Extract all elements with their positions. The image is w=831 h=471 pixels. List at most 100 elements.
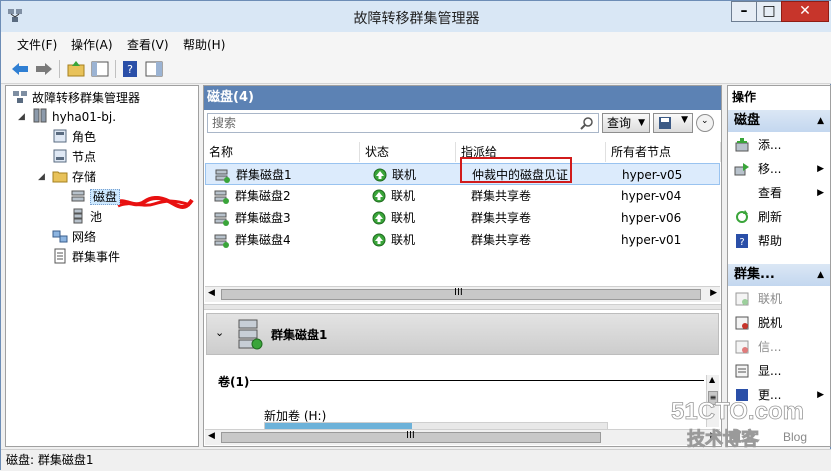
tree-item-pools[interactable]: 池 (70, 208, 102, 226)
column-header-name[interactable]: 名称 (204, 142, 360, 162)
action-label: 帮助 (758, 234, 783, 248)
tree-item-networks[interactable]: 网络 (52, 228, 96, 246)
action-move[interactable]: 移... ▶ (728, 158, 830, 180)
scroll-left-icon[interactable]: ◀ (208, 431, 215, 441)
disk-owner: hyper-v01 (621, 233, 682, 247)
detail-vertical-scrollbar[interactable]: ▲ ≡ (706, 375, 719, 427)
back-arrow-icon[interactable] (9, 58, 31, 80)
action-more[interactable]: 更... ▶ (728, 384, 830, 406)
menu-view[interactable]: 查看(V) (127, 36, 169, 53)
pool-icon (73, 208, 83, 224)
tree-item-label: 角色 (72, 130, 97, 144)
action-label: 联机 (758, 292, 783, 306)
minimize-button[interactable]: – (731, 1, 757, 22)
tree-cluster[interactable]: hyha01-bj. (32, 108, 116, 126)
tree-item-roles[interactable]: 角色 (52, 128, 96, 146)
events-icon (54, 248, 66, 264)
table-row[interactable]: 群集磁盘3 联机 群集共享卷 hyper-v06 (205, 207, 720, 229)
close-button[interactable]: ✕ (781, 1, 829, 22)
maximize-button[interactable]: □ (756, 1, 782, 22)
online-icon (735, 292, 749, 306)
up-folder-icon[interactable] (65, 58, 87, 80)
highlight-annotation (460, 157, 572, 183)
show-action-pane-icon[interactable] (143, 58, 165, 80)
detail-title: 群集磁盘1 (271, 328, 328, 342)
disk-icon (71, 190, 85, 202)
menu-action[interactable]: 操作(A) (71, 36, 113, 53)
table-row[interactable]: 群集磁盘2 联机 群集共享卷 hyper-v04 (205, 185, 720, 207)
pane-title: 磁盘(4) (204, 86, 721, 110)
show-tree-icon[interactable] (89, 58, 111, 80)
tree-item-disks[interactable]: 磁盘 (70, 188, 121, 206)
action-add-disk[interactable]: 添... (728, 134, 830, 156)
collapse-chevron-icon[interactable]: ⌄ (696, 114, 714, 132)
scroll-up-icon[interactable]: ▲ (709, 375, 715, 384)
forward-arrow-icon[interactable] (33, 58, 55, 80)
scroll-right-icon[interactable]: ▶ (710, 431, 717, 441)
online-status-icon (373, 168, 387, 182)
disk-name: 群集磁盘4 (235, 233, 291, 247)
detail-horizontal-scrollbar[interactable]: ◀ III ▶ (205, 429, 720, 445)
tree-item-label: 池 (90, 210, 103, 224)
scrollbar-thumb[interactable]: ≡ (708, 391, 718, 405)
action-info[interactable]: 信... (728, 336, 830, 358)
menu-file[interactable]: 文件(F) (17, 36, 57, 53)
tree-root-label: 故障转移群集管理器 (32, 91, 141, 105)
disk-icon (238, 319, 263, 350)
scroll-right-icon[interactable]: ▶ (710, 288, 717, 298)
toolbar-separator (59, 60, 60, 78)
add-disk-icon (735, 138, 749, 152)
action-offline[interactable]: 脱机 (728, 312, 830, 334)
scrollbar-thumb[interactable]: III (221, 287, 701, 300)
tree-item-cluster-events[interactable]: 群集事件 (52, 248, 120, 266)
disk-assigned: 群集共享卷 (471, 211, 532, 225)
move-icon (734, 163, 749, 176)
folder-icon (52, 171, 68, 183)
disk-status: 联机 (391, 233, 416, 247)
save-query-button[interactable]: ▼ (653, 113, 693, 133)
navigation-tree: 故障转移群集管理器 ◢ hyha01-bj. 角色 节点 ◢ 存储 磁盘 池 网… (5, 85, 199, 447)
table-horizontal-scrollbar[interactable]: ◀ III ▶ (205, 286, 720, 302)
action-refresh[interactable]: 刷新 (728, 206, 830, 228)
expand-chevron-icon[interactable]: ◢ (18, 112, 25, 122)
submenu-arrow-icon: ▶ (817, 188, 824, 198)
action-view[interactable]: 查看 ▶ (728, 182, 830, 204)
chevron-down-icon: ▼ (681, 115, 688, 125)
pane-splitter[interactable] (204, 304, 721, 310)
chevron-down-icon[interactable]: ⌄ (215, 326, 224, 339)
table-row[interactable]: 群集磁盘4 联机 群集共享卷 hyper-v01 (205, 229, 720, 251)
tree-cluster-label: hyha01-bj. (52, 110, 117, 124)
disk-name: 群集磁盘3 (235, 211, 291, 225)
action-show[interactable]: 显... (728, 360, 830, 382)
column-header-status[interactable]: 状态 (360, 142, 456, 162)
submenu-arrow-icon: ▶ (817, 164, 824, 174)
action-label: 移... (758, 162, 782, 176)
scroll-left-icon[interactable]: ◀ (208, 288, 215, 298)
status-bar: 磁盘: 群集磁盘1 (1, 449, 831, 471)
menu-help[interactable]: 帮助(H) (183, 36, 225, 53)
redaction-scribble (114, 196, 194, 209)
disk-status: 联机 (391, 189, 416, 203)
help-icon[interactable]: ? (119, 58, 141, 80)
column-header-owner[interactable]: 所有者节点 (606, 142, 721, 162)
actions-group-cluster-disk[interactable]: 群集... ▲ (728, 264, 830, 286)
tree-root[interactable]: 故障转移群集管理器 (12, 89, 140, 107)
action-label: 脱机 (758, 316, 783, 330)
disk-icon (214, 234, 229, 248)
search-input[interactable]: 搜索 (207, 113, 599, 133)
search-icon[interactable] (580, 116, 594, 130)
action-label: 显... (758, 364, 782, 378)
action-online[interactable]: 联机 (728, 288, 830, 310)
tree-item-label: 群集事件 (72, 250, 121, 264)
offline-icon (735, 316, 749, 330)
action-help[interactable]: ? 帮助 (728, 230, 830, 252)
help-icon: ? (736, 234, 748, 248)
submenu-arrow-icon: ▶ (817, 390, 824, 400)
nodes-icon (53, 149, 67, 163)
tree-item-storage[interactable]: 存储 (52, 168, 96, 186)
query-button[interactable]: 查询 ▼ (602, 113, 650, 133)
tree-item-nodes[interactable]: 节点 (52, 148, 96, 166)
expand-chevron-icon[interactable]: ◢ (38, 172, 45, 182)
actions-group-disks[interactable]: 磁盘 ▲ (728, 110, 830, 132)
scrollbar-thumb[interactable]: III (221, 430, 601, 443)
